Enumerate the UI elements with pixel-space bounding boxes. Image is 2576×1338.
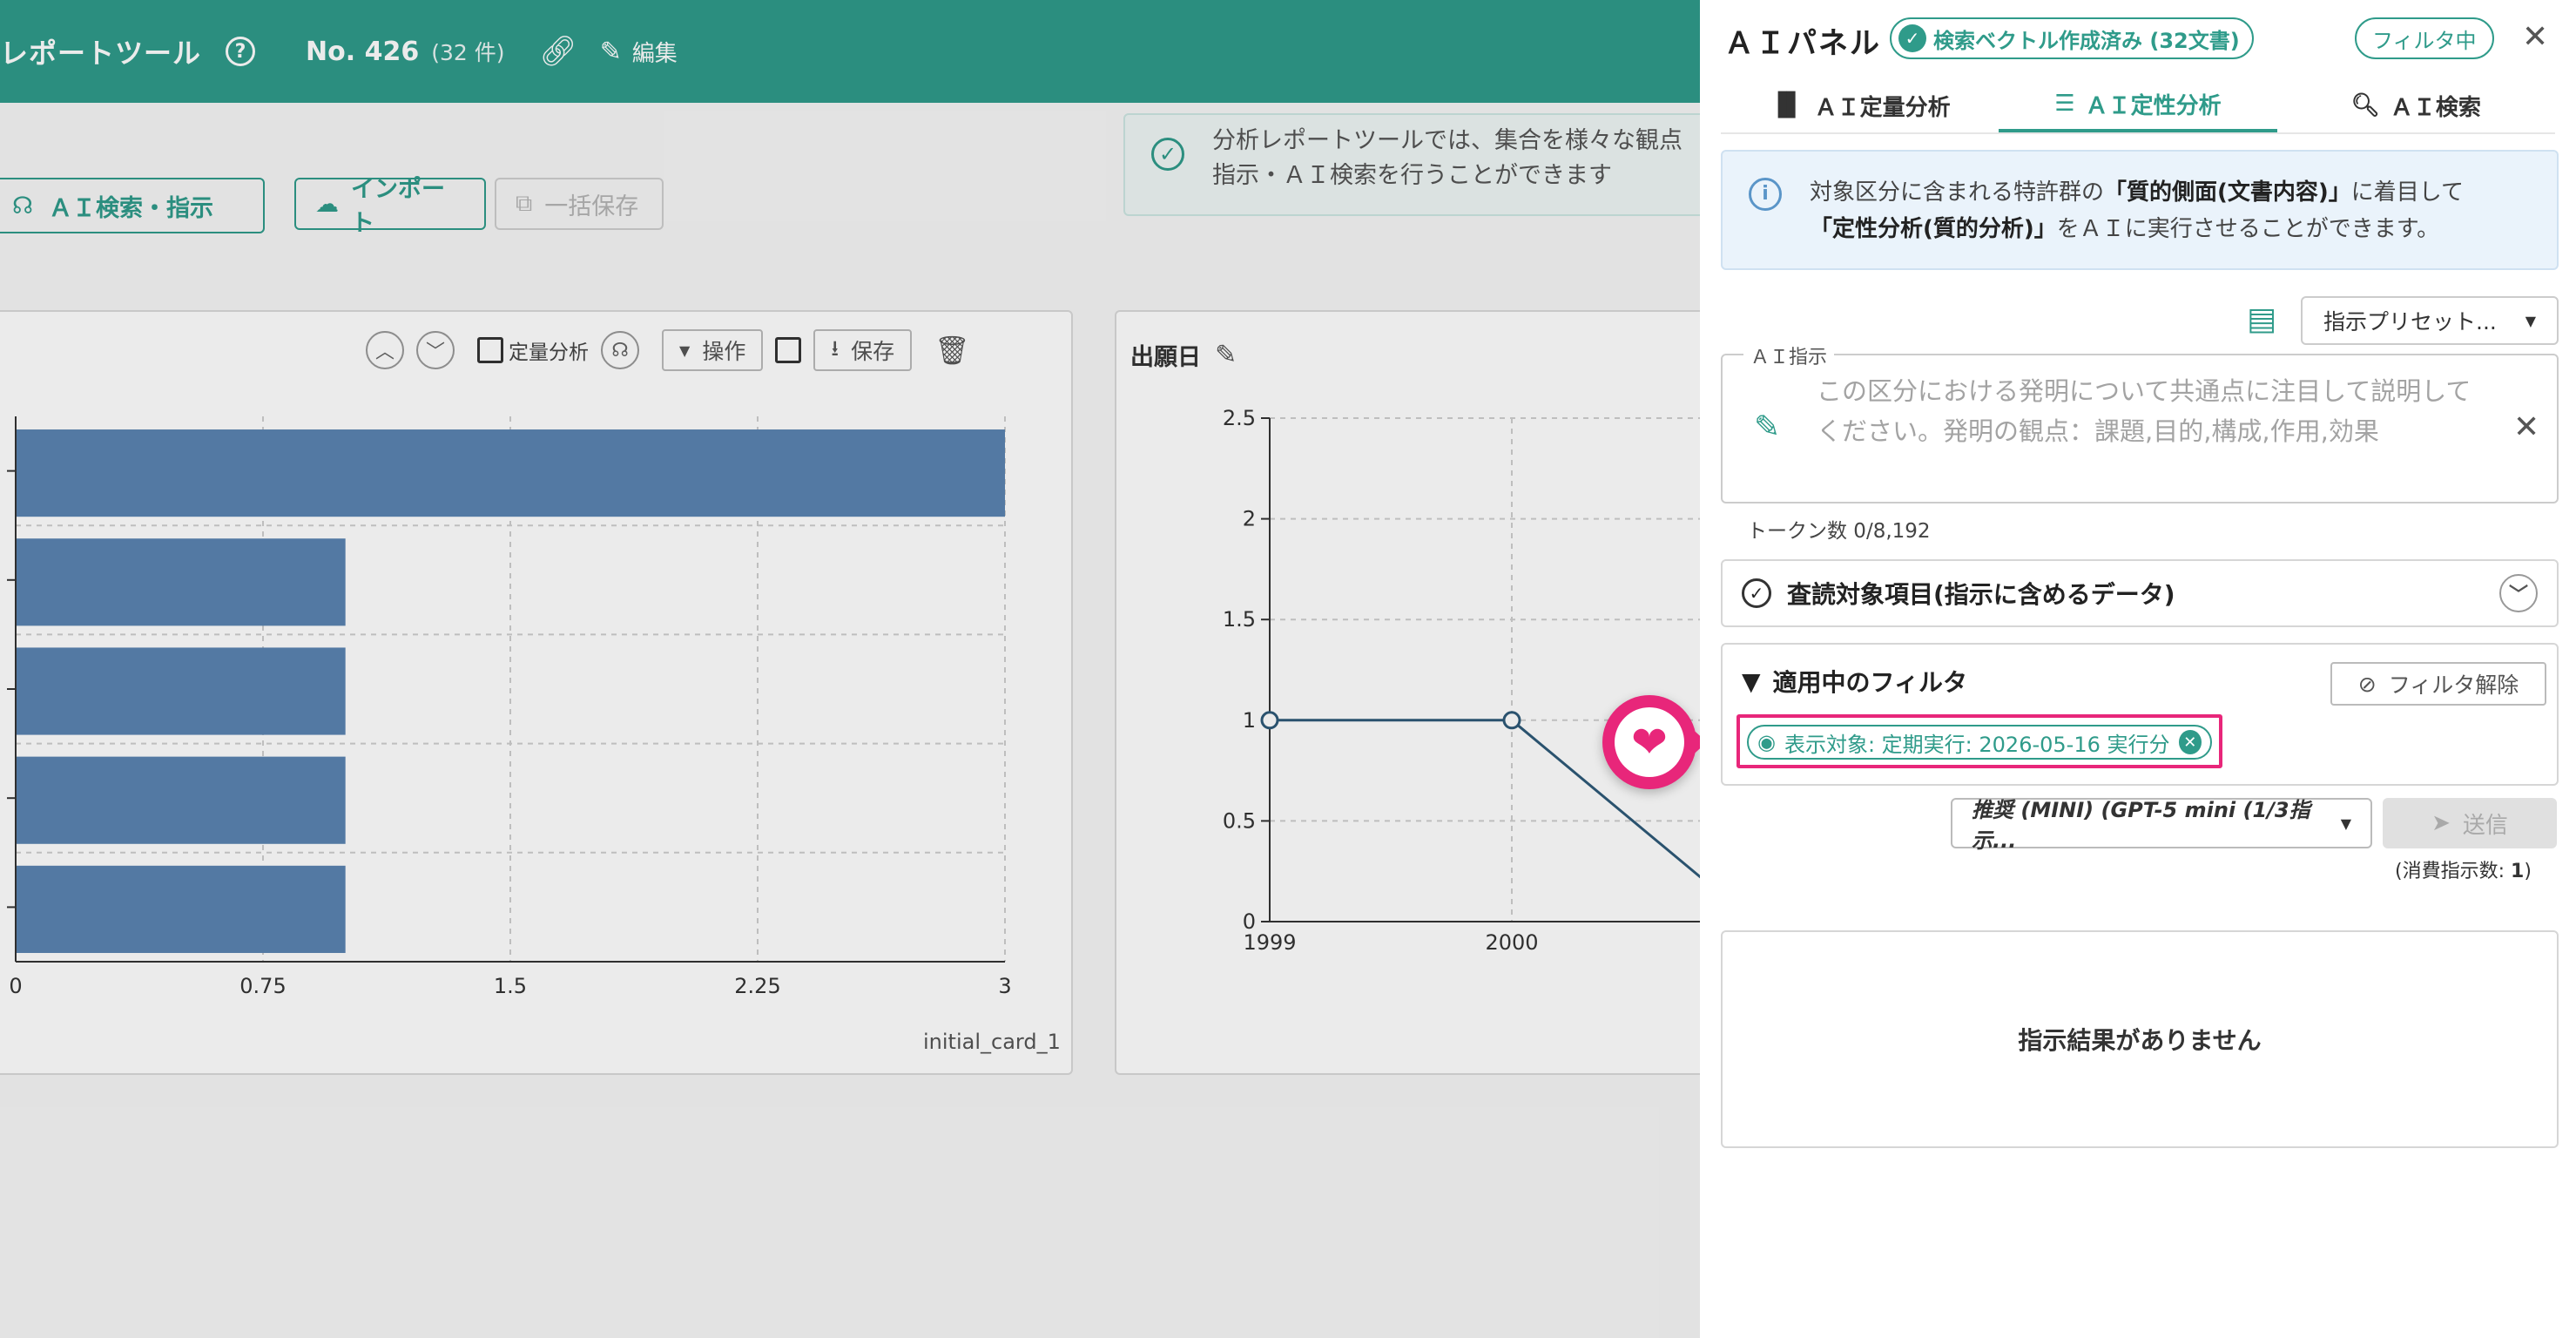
active-filters-section: ▼ 適用中のフィルタ ⊘ フィルタ解除 ◉ 表示対象: 定期実行: 2026-0… [1721, 643, 2559, 786]
modal-overlay[interactable] [0, 0, 1700, 1338]
tab-quant-analysis[interactable]: ▐▌ ＡＩ定量分析 [1721, 78, 1999, 132]
tab-qual-label: ＡＩ定性分析 [2085, 92, 2222, 119]
result-area: 指示結果がありません [1721, 930, 2559, 1148]
info-box: i 対象区分に含まれる特許群の「質的側面(文書内容)」に着目して 「定性分析(質… [1721, 150, 2559, 270]
clear-icon[interactable]: ✕ [2513, 409, 2539, 445]
instruction-label: ＡＩ指示 [1743, 341, 1835, 369]
caret-down-icon: ▼ [2340, 814, 2351, 832]
preset-list-icon[interactable]: ▤ [2247, 301, 2276, 337]
clear-filter-label: フィルタ解除 [2388, 672, 2519, 698]
info-bold-2: 「定性分析(質的分析)」 [1810, 216, 2057, 242]
tab-quant-label: ＡＩ定量分析 [1814, 94, 1951, 121]
tab-ai-search[interactable]: 🔍︎ ＡＩ検索 [2277, 78, 2555, 132]
filter-off-icon: ⊘ [2357, 671, 2377, 697]
consume-value: 1 [2511, 861, 2525, 882]
list-icon: ☰ [2054, 91, 2075, 117]
filters-header: ▼ 適用中のフィルタ [1742, 664, 1967, 699]
filter-chip-label: 表示対象: 定期実行: 2026-05-16 実行分 [1784, 732, 2170, 757]
filter-chip[interactable]: ◉ 表示対象: 定期実行: 2026-05-16 実行分 ✕ [1747, 725, 2212, 760]
instruction-field[interactable]: ＡＩ指示 ✎ この区分における発明について共通点に注目して説明してください。発明… [1721, 341, 2559, 503]
search-icon: 🔍︎ [2350, 92, 2380, 118]
vector-status-badge: ✓ 検索ベクトル作成済み (32文書) [1890, 17, 2254, 59]
info-line-2: 「定性分析(質的分析)」をＡＩに実行させることができます。 [1810, 211, 2539, 247]
remove-filter-icon[interactable]: ✕ [2178, 730, 2202, 754]
filters-title: 適用中のフィルタ [1772, 668, 1967, 697]
panel-title: ＡＩパネル [1724, 26, 1881, 61]
info-text-3: をＡＩに実行させることができます。 [2056, 216, 2440, 242]
token-count: トークン数 0/8,192 [1747, 520, 1931, 543]
chevron-down-icon[interactable]: ﹀ [2499, 574, 2538, 612]
ai-panel: ＡＩパネル ✓ 検索ベクトル作成済み (32文書) フィルタ中 ✕ ▐▌ ＡＩ定… [1700, 0, 2576, 1338]
info-line-1: 対象区分に含まれる特許群の「質的側面(文書内容)」に着目して [1810, 174, 2539, 211]
heart-icon: ❤ [1615, 707, 1684, 777]
eye-icon: ◉ [1757, 730, 1776, 754]
send-button[interactable]: ➤ 送信 [2383, 798, 2557, 848]
caret-down-icon: ▼ [2525, 312, 2536, 329]
highlight-box: ◉ 表示対象: 定期実行: 2026-05-16 実行分 ✕ [1736, 714, 2222, 768]
consume-count: (消費指示数: 1) [2395, 855, 2532, 883]
preset-label: 指示プリセット... [2323, 309, 2497, 334]
send-label: 送信 [2462, 812, 2508, 839]
filter-active-badge[interactable]: フィルタ中 [2355, 17, 2494, 59]
preset-select[interactable]: 指示プリセット... ▼ [2301, 296, 2559, 345]
empty-result-label: 指示結果がありません [2018, 1026, 2262, 1055]
model-select[interactable]: 推奨 (MINI) (GPT-5 mini (1/3指示... ▼ [1951, 798, 2372, 853]
panel-tabs: ▐▌ ＡＩ定量分析 ☰ ＡＩ定性分析 🔍︎ ＡＩ検索 [1721, 78, 2555, 134]
info-icon: i [1749, 178, 1782, 211]
highlight-marker: ❤ [1602, 695, 1707, 789]
close-icon[interactable]: ✕ [2522, 19, 2548, 55]
info-text-2: に着目して [2350, 179, 2465, 206]
tab-search-label: ＡＩ検索 [2390, 94, 2481, 121]
consume-close: ) [2524, 861, 2532, 882]
tab-qual-analysis[interactable]: ☰ ＡＩ定性分析 [1999, 78, 2277, 132]
edit-note-icon: ✎ [1754, 409, 1781, 445]
send-icon: ➤ [2431, 810, 2451, 836]
review-items-label: 査読対象項目(指示に含めるデータ) [1787, 580, 2175, 609]
funnel-icon: ▼ [1742, 666, 1761, 696]
review-items-accordion[interactable]: ✓ 査読対象項目(指示に含めるデータ) ﹀ [1721, 559, 2559, 627]
info-bold-1: 「質的側面(文書内容)」 [2104, 179, 2351, 206]
model-label: 推奨 (MINI) (GPT-5 mini (1/3指示... [1972, 798, 2310, 853]
info-text-1: 対象区分に含まれる特許群の [1810, 179, 2105, 206]
bar-chart-icon: ▐▌ [1769, 92, 1804, 118]
clear-filter-button[interactable]: ⊘ フィルタ解除 [2330, 662, 2546, 706]
vector-status-label: 検索ベクトル作成済み (32文書) [1933, 28, 2240, 53]
consume-label: (消費指示数: [2395, 861, 2511, 882]
check-icon: ✓ [1898, 24, 1926, 52]
check-circle-icon: ✓ [1742, 578, 1771, 608]
instruction-placeholder[interactable]: この区分における発明について共通点に注目して説明してください。発明の観点：課題,… [1817, 371, 2478, 451]
